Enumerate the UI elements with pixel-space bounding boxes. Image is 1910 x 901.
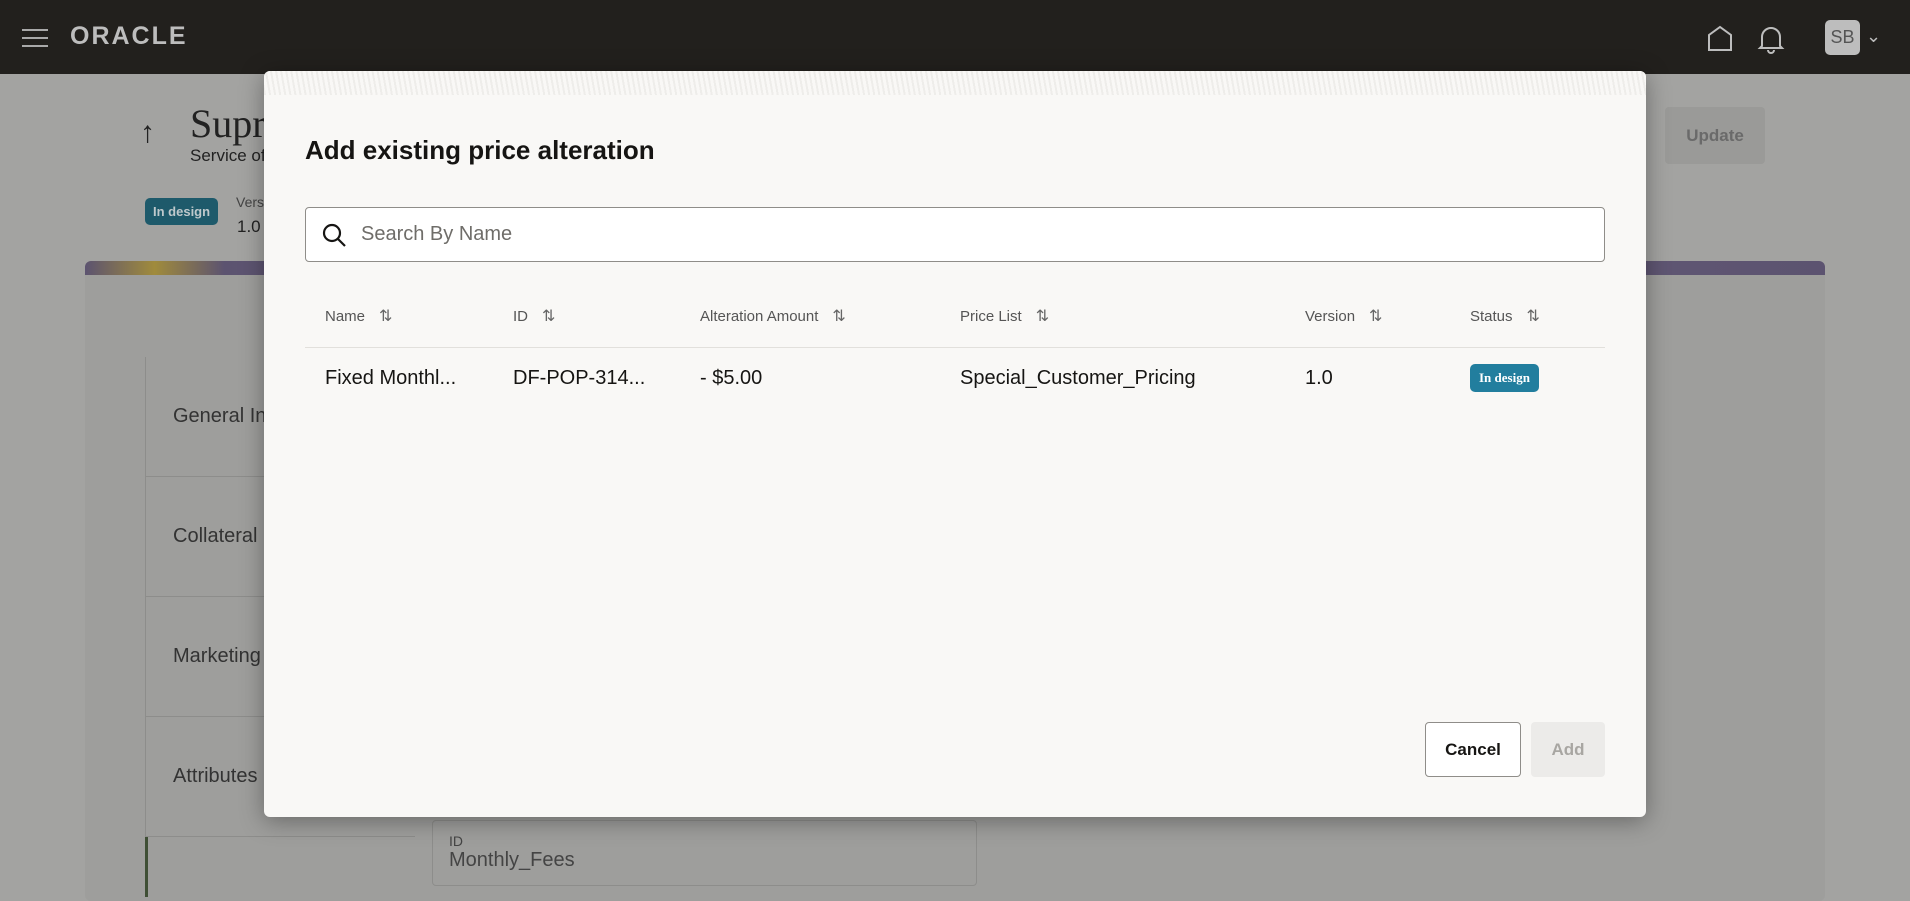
hamburger-menu-icon[interactable] — [22, 29, 48, 47]
status-badge: In design — [1470, 364, 1539, 392]
sort-icon[interactable]: ⇅ — [1369, 306, 1382, 326]
table-row[interactable] — [305, 348, 1605, 414]
oracle-logo[interactable]: ORACLE — [70, 22, 188, 51]
column-header-name[interactable]: Name ⇅ — [325, 306, 392, 326]
id-field[interactable]: ID Monthly_Fees — [432, 820, 977, 886]
dialog-header-texture — [264, 71, 1646, 95]
update-button[interactable]: Update — [1665, 107, 1765, 164]
column-header-version[interactable]: Version ⇅ — [1305, 306, 1382, 326]
search-input[interactable] — [361, 223, 1561, 246]
chevron-down-icon[interactable]: ⌄ — [1866, 26, 1881, 47]
column-label: Status — [1470, 307, 1513, 325]
cell-amount: - $5.00 — [700, 367, 763, 389]
version-value: 1.0 — [237, 217, 261, 236]
search-icon — [322, 223, 346, 247]
top-bar: ORACLE SB ⌄ — [0, 0, 1910, 74]
avatar[interactable]: SB — [1825, 20, 1860, 55]
column-header-price-list[interactable]: Price List ⇅ — [960, 306, 1049, 326]
add-price-alteration-dialog: Add existing price alteration Name⇅ ID⇅ … — [264, 71, 1646, 817]
sort-icon[interactable]: ⇅ — [1527, 306, 1540, 326]
bell-icon[interactable] — [1757, 24, 1785, 54]
home-icon[interactable] — [1706, 24, 1734, 52]
status-badge: In design — [145, 198, 219, 225]
column-label: Version — [1305, 307, 1356, 325]
column-header-status[interactable]: Status ⇅ — [1470, 306, 1540, 326]
sort-icon[interactable]: ⇅ — [1036, 306, 1049, 326]
cell-id: DF-POP-314... — [513, 367, 646, 389]
cell-version: 1.0 — [1305, 367, 1333, 389]
sort-icon[interactable]: ⇅ — [379, 306, 392, 326]
column-label: Alteration Amount — [700, 307, 819, 325]
back-arrow-icon[interactable]: ↑ — [140, 116, 155, 150]
version-label: Vers — [236, 194, 265, 210]
column-header-id[interactable]: ID ⇅ — [513, 306, 555, 326]
cell-price-list: Special_Customer_Pricing — [960, 367, 1196, 389]
dialog-title: Add existing price alteration — [305, 135, 655, 165]
page-subtitle: Service of — [190, 146, 266, 165]
sort-icon[interactable]: ⇅ — [832, 306, 845, 326]
column-label: Name — [325, 307, 366, 325]
column-header-alteration-amount[interactable]: Alteration Amount ⇅ — [700, 306, 846, 326]
cancel-button[interactable]: Cancel — [1425, 722, 1521, 777]
id-field-label: ID — [449, 833, 463, 849]
search-field[interactable] — [305, 207, 1605, 262]
page-title: Supr — [190, 101, 266, 146]
sort-icon[interactable]: ⇅ — [542, 306, 555, 326]
column-label: ID — [513, 307, 528, 325]
add-button[interactable]: Add — [1531, 722, 1605, 777]
nav-item-active[interactable] — [145, 837, 415, 897]
column-label: Price List — [960, 307, 1022, 325]
cell-name: Fixed Monthl... — [325, 367, 457, 389]
id-field-value: Monthly_Fees — [449, 849, 575, 871]
